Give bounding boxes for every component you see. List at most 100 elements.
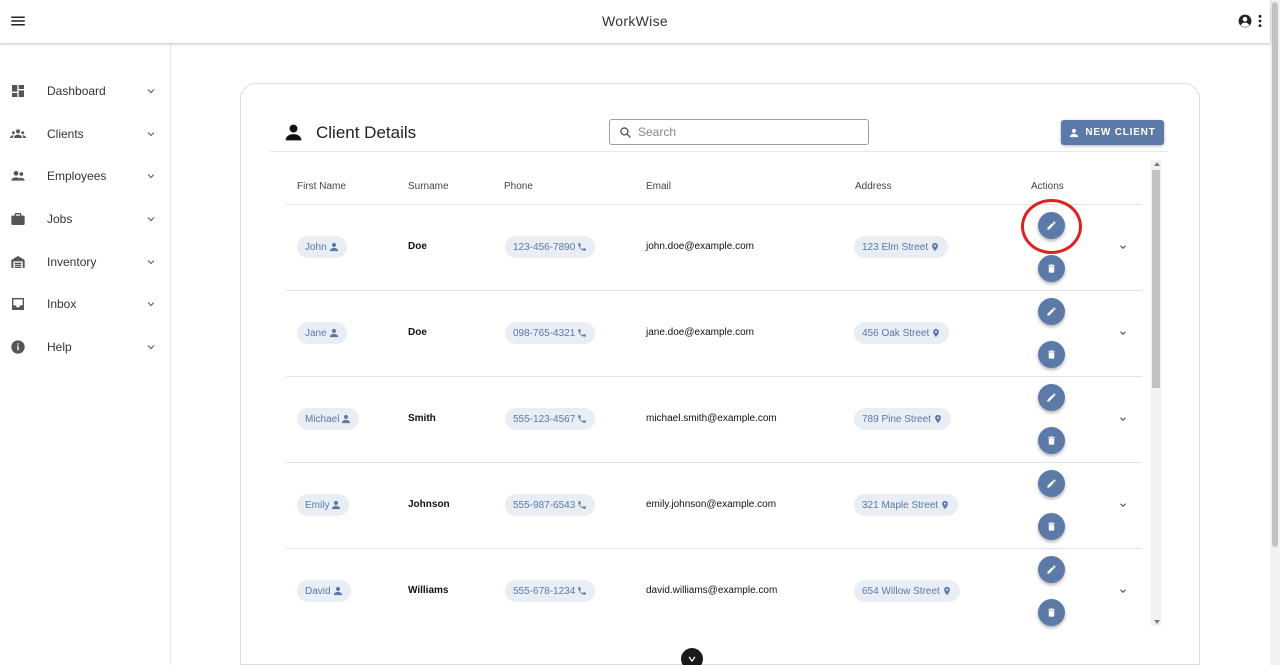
- expand-row-icon[interactable]: [1118, 500, 1128, 510]
- scroll-down-arrow[interactable]: [1154, 620, 1160, 624]
- phone-text: 555-987-6543: [513, 499, 576, 511]
- more-vert-icon[interactable]: [1256, 14, 1264, 28]
- sidebar-item-label: Clients: [47, 127, 84, 141]
- phone-icon: [578, 243, 587, 251]
- first-name-text: Jane: [305, 327, 327, 339]
- address-chip[interactable]: 456 Oak Street: [854, 322, 950, 344]
- sidebar-item-help[interactable]: Help: [0, 332, 170, 362]
- column-header-phone[interactable]: Phone: [504, 181, 533, 192]
- address-text: 321 Maple Street: [862, 499, 939, 511]
- first-name-chip[interactable]: Michael: [297, 408, 360, 430]
- surname-cell: Williams: [408, 585, 449, 596]
- expand-row-icon[interactable]: [1118, 414, 1128, 424]
- sidebar-item-label: Inventory: [47, 255, 97, 269]
- page-scrollbar-thumb[interactable]: [1272, 2, 1278, 547]
- delete-button[interactable]: [1038, 599, 1065, 626]
- address-text: 456 Oak Street: [862, 327, 930, 339]
- expand-row-icon[interactable]: [1118, 328, 1128, 338]
- edit-button[interactable]: [1038, 298, 1065, 325]
- address-text: 789 Pine Street: [862, 413, 931, 425]
- address-chip[interactable]: 654 Willow Street: [854, 580, 960, 602]
- address-text: 654 Willow Street: [862, 585, 940, 597]
- edit-icon: [1047, 307, 1056, 316]
- location-pin-icon: [943, 586, 950, 596]
- edit-icon: [1047, 221, 1056, 230]
- expand-row-icon[interactable]: [1118, 586, 1128, 596]
- chevron-down-icon: [147, 89, 155, 94]
- new-client-button[interactable]: NEW CLIENT: [1061, 120, 1164, 145]
- address-chip[interactable]: 789 Pine Street: [854, 408, 951, 430]
- sidebar-item-inventory[interactable]: Inventory: [0, 247, 170, 277]
- address-chip[interactable]: 321 Maple Street: [854, 494, 959, 516]
- delete-button[interactable]: [1038, 255, 1065, 282]
- phone-icon: [578, 587, 587, 595]
- trash-icon: [1048, 608, 1055, 617]
- account-icon[interactable]: [1238, 14, 1252, 28]
- edit-icon: [1047, 479, 1056, 488]
- phone-text: 555-678-1234: [513, 585, 576, 597]
- delete-button[interactable]: [1038, 513, 1065, 540]
- warehouse-icon: [11, 256, 25, 268]
- address-chip[interactable]: 123 Elm Street: [854, 236, 949, 258]
- trash-icon: [1048, 350, 1055, 359]
- sidebar-item-employees[interactable]: Employees: [0, 161, 170, 191]
- delete-button[interactable]: [1038, 427, 1065, 454]
- first-name-text: John: [305, 241, 327, 253]
- address-text: 123 Elm Street: [862, 241, 929, 253]
- phone-chip[interactable]: 098-765-4321: [505, 322, 596, 344]
- chevron-down-icon: [147, 132, 155, 137]
- first-name-chip[interactable]: John: [297, 236, 347, 258]
- sidebar-item-clients[interactable]: Clients: [0, 119, 170, 149]
- first-name-chip[interactable]: Jane: [297, 322, 347, 344]
- sidebar-item-dashboard[interactable]: Dashboard: [0, 76, 170, 106]
- phone-icon: [578, 329, 587, 337]
- trash-icon: [1048, 264, 1055, 273]
- search-input[interactable]: [638, 123, 863, 141]
- expand-handle[interactable]: [681, 648, 703, 665]
- table-scrollbar[interactable]: [1151, 160, 1161, 626]
- phone-chip[interactable]: 555-123-4567: [505, 408, 596, 430]
- phone-chip[interactable]: 555-678-1234: [505, 580, 596, 602]
- column-header-surname[interactable]: Surname: [408, 181, 449, 192]
- dashboard-icon: [12, 85, 24, 97]
- briefcase-icon: [11, 213, 25, 225]
- phone-icon: [578, 415, 587, 423]
- person-icon: [285, 124, 302, 141]
- sidebar-item-label: Help: [47, 340, 72, 354]
- edit-button[interactable]: [1038, 212, 1065, 239]
- phone-icon: [578, 501, 587, 509]
- table-scrollbar-thumb[interactable]: [1152, 170, 1160, 388]
- column-header-first-name[interactable]: First Name: [297, 181, 346, 192]
- row-divider: [286, 290, 1142, 291]
- phone-chip[interactable]: 555-987-6543: [505, 494, 596, 516]
- email-cell: jane.doe@example.com: [646, 327, 754, 338]
- email-cell: emily.johnson@example.com: [646, 499, 777, 510]
- phone-chip[interactable]: 123-456-7890: [505, 236, 596, 258]
- page-scrollbar[interactable]: [1270, 0, 1280, 665]
- surname-cell: Johnson: [408, 499, 450, 510]
- delete-button[interactable]: [1038, 341, 1065, 368]
- first-name-text: David: [305, 585, 331, 597]
- sidebar-item-inbox[interactable]: Inbox: [0, 289, 170, 319]
- edit-button[interactable]: [1038, 384, 1065, 411]
- edit-button[interactable]: [1038, 470, 1065, 497]
- first-name-chip[interactable]: David: [297, 580, 351, 602]
- surname-cell: Smith: [408, 413, 436, 424]
- row-divider: [286, 204, 1142, 205]
- location-pin-icon: [932, 242, 939, 252]
- row-divider: [286, 462, 1142, 463]
- column-header-email[interactable]: Email: [646, 181, 671, 192]
- scroll-up-arrow[interactable]: [1154, 162, 1160, 166]
- trash-icon: [1048, 436, 1055, 445]
- surname-cell: Doe: [408, 327, 427, 338]
- sidebar-item-jobs[interactable]: Jobs: [0, 204, 170, 234]
- edit-button[interactable]: [1038, 556, 1065, 583]
- first-name-chip[interactable]: Emily: [297, 494, 350, 516]
- expand-row-icon[interactable]: [1118, 242, 1128, 252]
- location-pin-icon: [942, 500, 949, 510]
- card-header-divider: [270, 151, 1168, 152]
- first-name-text: Michael: [305, 413, 340, 425]
- column-header-address[interactable]: Address: [855, 181, 892, 192]
- person-icon: [329, 242, 338, 252]
- person-add-icon: [1070, 128, 1079, 137]
